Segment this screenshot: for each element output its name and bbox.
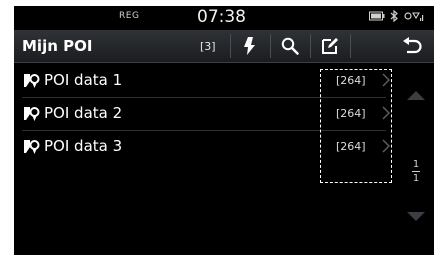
- page-title: Mijn POI: [22, 37, 93, 55]
- clock: 07:38: [197, 7, 246, 27]
- infotainment-screen: REG 07:38 Mijn POI [3] POI data 1 [264] …: [14, 6, 434, 255]
- poi-pin-icon: [24, 107, 40, 121]
- page-separator: [412, 171, 420, 172]
- download-button[interactable]: [230, 30, 270, 62]
- poi-pin-icon: [24, 74, 40, 88]
- back-button[interactable]: [390, 30, 434, 62]
- page-indicator: 1 1: [408, 159, 424, 184]
- current-page: 1: [412, 159, 420, 170]
- back-icon: [403, 37, 422, 54]
- total-pages: 1: [412, 173, 420, 184]
- search-icon: [281, 37, 299, 55]
- edit-button[interactable]: [310, 30, 350, 62]
- scroll-down-icon[interactable]: [406, 211, 426, 223]
- poi-name: POI data 1: [44, 71, 123, 89]
- scroll-column: 1 1: [398, 63, 434, 255]
- reg-indicator: REG: [119, 11, 140, 21]
- battery-icon: [369, 11, 385, 21]
- scroll-up-icon[interactable]: [406, 89, 426, 101]
- title-bar: Mijn POI [3]: [14, 30, 434, 63]
- poi-name: POI data 2: [44, 104, 123, 122]
- status-bar: REG 07:38: [14, 6, 434, 28]
- status-icons: [369, 10, 424, 22]
- edit-icon: [322, 38, 338, 54]
- bluetooth-icon: [390, 10, 398, 22]
- search-button[interactable]: [270, 30, 310, 62]
- count-highlight-box: [320, 69, 392, 183]
- download-icon: [244, 37, 255, 55]
- item-count: [3]: [200, 40, 216, 53]
- poi-name: POI data 3: [44, 137, 123, 155]
- poi-pin-icon: [24, 140, 40, 154]
- signal-icon: [404, 12, 424, 21]
- divider: [350, 34, 351, 58]
